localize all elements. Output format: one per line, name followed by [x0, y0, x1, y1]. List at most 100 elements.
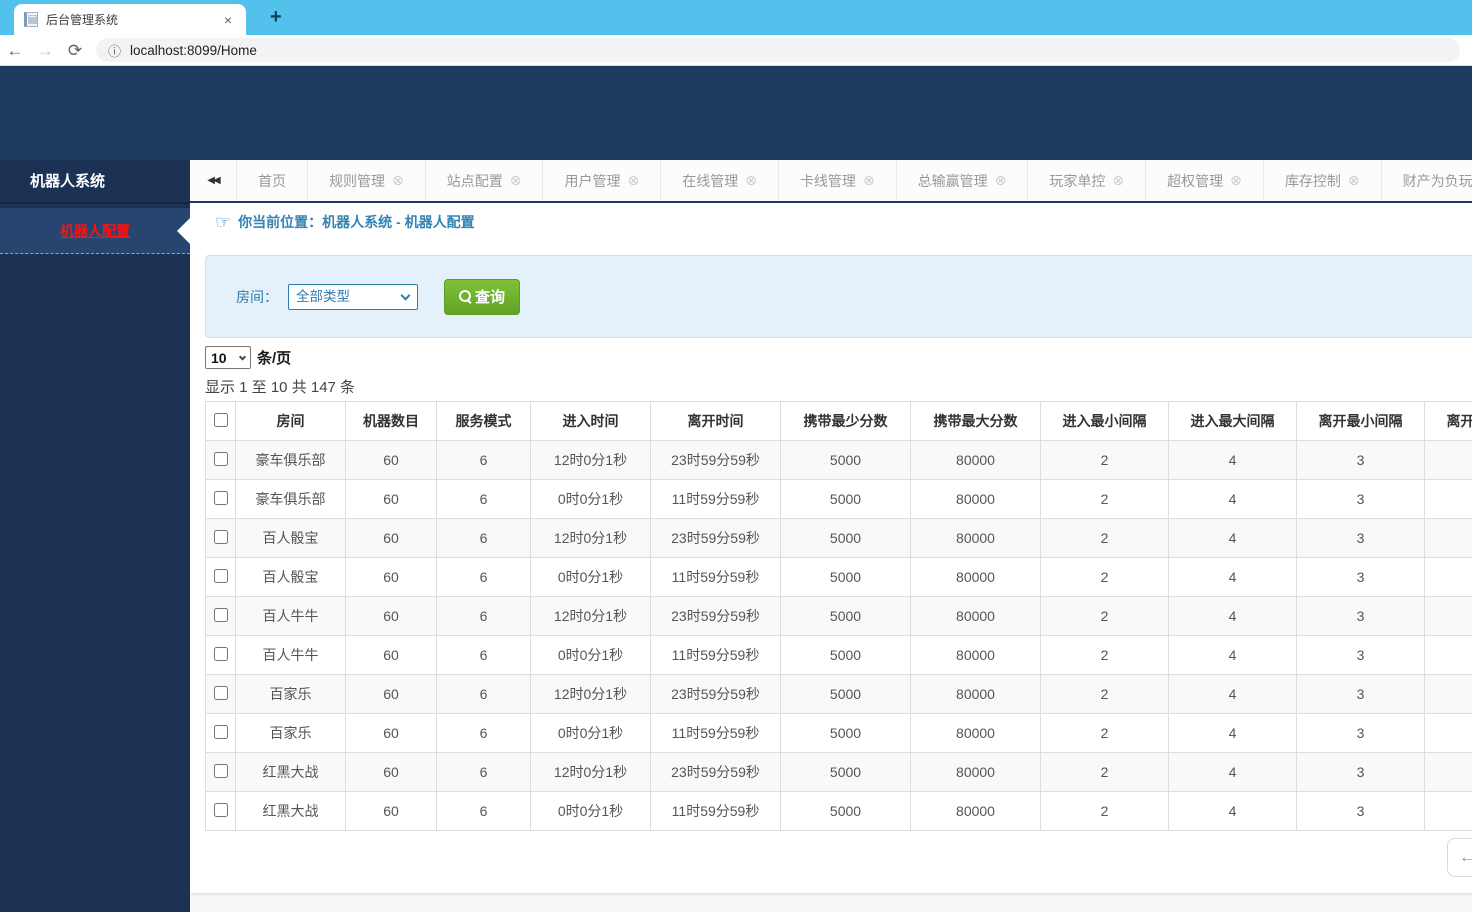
row-checkbox[interactable] — [213, 685, 228, 700]
column-header: 离开最大间隔 — [1424, 401, 1472, 441]
tab-close-icon[interactable]: ⊗ — [627, 172, 639, 189]
table-cell — [1424, 557, 1472, 597]
nav-tabs: ◀◀ 首页 规则管理 ⊗ 站点配置 ⊗ 用户管理 ⊗ 在线管理 ⊗ 卡线管理 ⊗ 总输赢管理 ⊗ 玩家单控… — [190, 160, 1472, 203]
row-checkbox[interactable] — [213, 724, 228, 739]
nav-tab-0[interactable]: 首页 — [237, 160, 308, 201]
nav-tab-1[interactable]: 规则管理 ⊗ — [308, 160, 426, 201]
table-cell: 0时0分1秒 — [530, 557, 651, 597]
table-cell: 80000 — [910, 752, 1041, 792]
table-cell: 60 — [345, 440, 437, 480]
room-type-select[interactable]: 全部类型 — [288, 283, 418, 310]
table-cell: 23时59分59秒 — [650, 674, 781, 714]
table-cell: 12时0分1秒 — [530, 674, 651, 714]
table-cell — [1424, 440, 1472, 480]
table-cell: 6 — [436, 479, 531, 519]
table-cell: 23时59分59秒 — [650, 752, 781, 792]
url-text: localhost:8099/Home — [130, 42, 257, 58]
select-all-checkbox[interactable] — [213, 412, 228, 427]
table-cell: 12时0分1秒 — [530, 596, 651, 636]
table-cell: 3 — [1296, 713, 1425, 753]
site-header-band — [0, 66, 1472, 160]
row-checkbox[interactable] — [213, 607, 228, 622]
page-size-select[interactable]: 10 — [205, 346, 251, 369]
row-checkbox[interactable] — [213, 529, 228, 544]
row-checkbox[interactable] — [213, 802, 228, 817]
new-tab-button[interactable]: + — [262, 6, 290, 35]
reload-icon[interactable]: ⟳ — [60, 42, 90, 59]
table-cell: 百人牛牛 — [235, 635, 346, 675]
row-checkbox[interactable] — [213, 646, 228, 661]
collapse-tabs-button[interactable]: ◀◀ — [190, 160, 237, 201]
table-cell — [1424, 791, 1472, 831]
nav-tab-8[interactable]: 超权管理 ⊗ — [1146, 160, 1264, 201]
breadcrumb-text: 你当前位置：机器人系统 - 机器人配置 — [238, 214, 475, 230]
table-cell: 4 — [1168, 479, 1297, 519]
table-row: 百家乐 60 6 12时0分1秒 23时59分59秒 5000 80000 2 4 3 — [205, 674, 1472, 714]
nav-tab-6[interactable]: 总输赢管理 ⊗ — [897, 160, 1029, 201]
nav-tab-label: 超权管理 — [1167, 172, 1224, 189]
table-row: 百人牛牛 60 6 12时0分1秒 23时59分59秒 5000 80000 2 4 3 — [205, 596, 1472, 636]
table-cell: 23时59分59秒 — [650, 440, 781, 480]
table-cell: 80000 — [910, 596, 1041, 636]
nav-tab-2[interactable]: 站点配置 ⊗ — [426, 160, 544, 201]
address-bar[interactable]: ⓘ localhost:8099/Home — [96, 38, 1460, 62]
tab-close-icon[interactable]: ⊗ — [1230, 172, 1242, 189]
tab-close-icon[interactable]: ⊗ — [1112, 172, 1124, 189]
column-header: 进入时间 — [530, 401, 651, 441]
table-cell — [1424, 518, 1472, 558]
active-item-arrow-icon — [177, 217, 190, 244]
table-cell: 2 — [1040, 596, 1169, 636]
pager-previous-button[interactable]: ← — [1447, 838, 1472, 877]
tab-close-icon[interactable]: ⊗ — [863, 172, 875, 189]
table-cell: 80000 — [910, 674, 1041, 714]
nav-tab-7[interactable]: 玩家单控 ⊗ — [1028, 160, 1147, 201]
table-cell: 百家乐 — [235, 674, 346, 714]
row-checkbox[interactable] — [213, 568, 228, 583]
table-body: 豪车俱乐部 60 6 12时0分1秒 23时59分59秒 5000 80000 2 4 3 豪车俱乐… — [205, 440, 1472, 831]
table-cell: 4 — [1168, 752, 1297, 792]
search-icon — [459, 290, 472, 303]
table-cell: 11时59分59秒 — [650, 635, 781, 675]
row-checkbox[interactable] — [213, 763, 228, 778]
table-cell: 5000 — [780, 596, 911, 636]
tab-close-icon[interactable]: × — [220, 12, 236, 28]
table-cell: 0时0分1秒 — [530, 791, 651, 831]
tab-close-icon[interactable]: ⊗ — [745, 172, 757, 189]
site-info-icon[interactable]: ⓘ — [108, 41, 121, 60]
table-cell: 60 — [345, 596, 437, 636]
table-cell: 0时0分1秒 — [530, 713, 651, 753]
tab-close-icon[interactable]: ⊗ — [510, 172, 522, 189]
nav-tab-9[interactable]: 库存控制 ⊗ — [1264, 160, 1382, 201]
table-cell — [1424, 674, 1472, 714]
browser-tabstrip: 后台管理系统 × + — [0, 0, 1472, 35]
table-cell: 4 — [1168, 518, 1297, 558]
tab-close-icon[interactable]: ⊗ — [995, 172, 1007, 189]
nav-tab-4[interactable]: 在线管理 ⊗ — [661, 160, 779, 201]
pointer-hand-icon: ☞ — [215, 211, 232, 232]
nav-tab-label: 总输赢管理 — [917, 172, 988, 189]
nav-tab-3[interactable]: 用户管理 ⊗ — [543, 160, 662, 201]
nav-tab-label: 库存控制 — [1284, 172, 1341, 189]
browser-tab[interactable]: 后台管理系统 × — [14, 4, 246, 35]
forward-icon[interactable]: → — [30, 42, 60, 59]
tab-close-icon[interactable]: ⊗ — [1348, 172, 1360, 189]
table-cell: 4 — [1168, 791, 1297, 831]
table-cell: 80000 — [910, 791, 1041, 831]
table-cell: 12时0分1秒 — [530, 440, 651, 480]
column-header: 进入最小间隔 — [1040, 401, 1169, 441]
table-cell: 3 — [1296, 518, 1425, 558]
sidebar-item-robot-config[interactable]: 机器人配置 — [0, 208, 190, 254]
back-icon[interactable]: ← — [0, 42, 30, 59]
row-checkbox[interactable] — [213, 451, 228, 466]
column-header: 离开最小间隔 — [1296, 401, 1425, 441]
row-checkbox[interactable] — [213, 490, 228, 505]
table-cell: 80000 — [910, 440, 1041, 480]
table-row: 豪车俱乐部 60 6 0时0分1秒 11时59分59秒 5000 80000 2 4 3 — [205, 479, 1472, 519]
table-cell: 红黑大战 — [235, 791, 346, 831]
nav-tab-5[interactable]: 卡线管理 ⊗ — [779, 160, 897, 201]
tab-close-icon[interactable]: ⊗ — [392, 172, 404, 189]
nav-tab-10[interactable]: 财产为负玩家⊗ — [1382, 160, 1472, 201]
room-filter-label: 房间： — [236, 288, 278, 305]
search-button[interactable]: 查询 — [444, 278, 521, 315]
table-cell: 60 — [345, 752, 437, 792]
